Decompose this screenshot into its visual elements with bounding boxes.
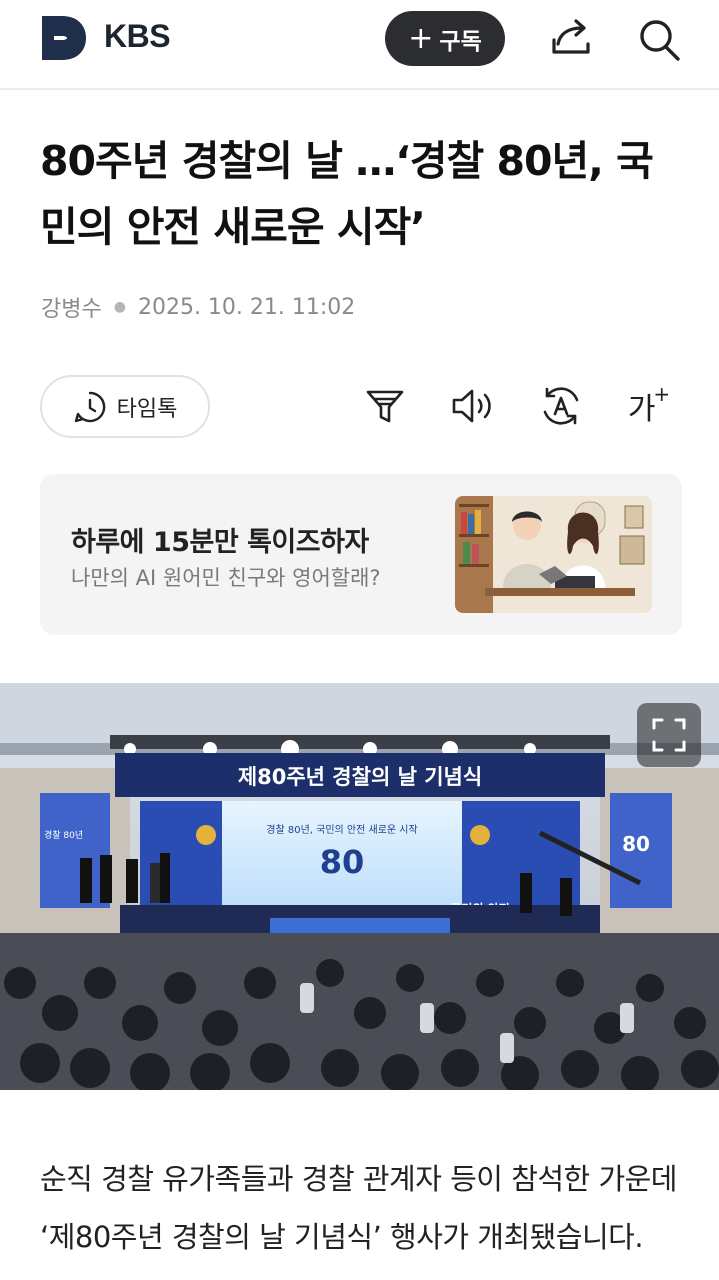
promo-title: 하루에 15분만 톡이즈하자 bbox=[71, 527, 369, 558]
translate-button[interactable] bbox=[537, 382, 585, 430]
promo-subtitle: 나만의 AI 원어민 친구와 영어할래? bbox=[71, 566, 381, 590]
timetalk-icon bbox=[74, 391, 105, 422]
kbs-logo-icon[interactable] bbox=[40, 14, 88, 62]
share-icon[interactable] bbox=[548, 16, 594, 62]
plus-icon: + bbox=[408, 20, 434, 56]
speaker-icon bbox=[452, 389, 491, 423]
summary-filter-button[interactable] bbox=[361, 382, 409, 430]
search-icon[interactable] bbox=[636, 16, 682, 62]
side-screen-right-logo: 80 bbox=[622, 832, 650, 856]
main-screen-text: 경찰 80년, 국민의 안전 새로운 시작 bbox=[266, 823, 417, 836]
top-header: KBS + 구독 bbox=[0, 0, 719, 90]
fullscreen-icon bbox=[652, 718, 686, 752]
fullscreen-button[interactable] bbox=[637, 703, 701, 767]
brand-name[interactable]: KBS bbox=[104, 18, 171, 55]
font-size-icon: 가 bbox=[627, 392, 656, 427]
article-meta: 강병수 ● 2025. 10. 21. 11:02 bbox=[41, 291, 355, 323]
timetalk-label: 타임톡 bbox=[116, 396, 178, 422]
promo-illustration bbox=[455, 496, 652, 613]
timetalk-button[interactable]: 타임톡 bbox=[40, 375, 210, 438]
meta-separator: ● bbox=[113, 299, 126, 315]
author-name[interactable]: 강병수 bbox=[41, 291, 102, 323]
promo-banner[interactable]: 하루에 15분만 톡이즈하자 나만의 AI 원어민 친구와 영어할래? bbox=[40, 474, 682, 635]
subscribe-button[interactable]: + 구독 bbox=[385, 11, 505, 66]
listen-button[interactable] bbox=[449, 382, 497, 430]
main-screen-logo: 80 bbox=[320, 843, 365, 881]
plus-icon: + bbox=[653, 382, 671, 406]
article-photo[interactable]: 제80주년 경찰의 날 기념식 경찰 80년 80 경찰 80년, 국민의 안전… bbox=[0, 683, 719, 1090]
subscribe-label: 구독 bbox=[439, 28, 482, 55]
banner-text: 제80주년 경찰의 날 기념식 bbox=[238, 765, 482, 789]
article-title: 80주년 경찰의 날 …‘경찰 80년, 국민의 안전 새로운 시작’ bbox=[40, 137, 654, 251]
ceremony-photo: 제80주년 경찰의 날 기념식 경찰 80년 80 경찰 80년, 국민의 안전… bbox=[0, 683, 719, 1090]
publish-date: 2025. 10. 21. 11:02 bbox=[137, 294, 356, 320]
translate-icon bbox=[543, 387, 579, 425]
side-screen-left-text: 경찰 80년 bbox=[44, 829, 83, 841]
font-size-button[interactable]: 가 + bbox=[626, 382, 674, 430]
summary-filter-icon bbox=[366, 390, 404, 423]
article-body: 순직 경찰 유가족들과 경찰 관계자 등이 참석한 가운데 ‘제80주년 경찰의… bbox=[40, 1162, 678, 1254]
